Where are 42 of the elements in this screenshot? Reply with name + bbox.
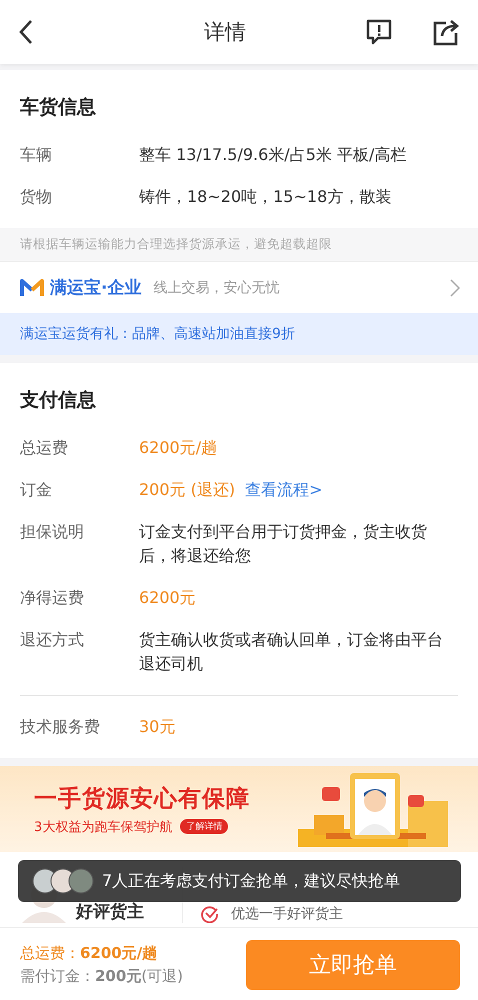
row-value: 整车 13/17.5/9.6米/占5米 平板/高栏 — [139, 144, 408, 166]
deposit-text: 需付订金：200元(可退) — [20, 967, 184, 986]
total-freight-text: 总运费：6200元/趟 — [20, 944, 158, 963]
share-icon[interactable] — [432, 18, 460, 46]
row-label: 总运费 — [20, 437, 69, 459]
row-value: 30元 — [139, 716, 176, 738]
row-value: 铸件，18~20吨，15~18方，散装 — [139, 186, 392, 208]
section-title: 车货信息 — [20, 95, 97, 120]
row-label: 车辆 — [20, 144, 53, 166]
row-value: 订金支付到平台用于订货押金，货主收货后，将退还给您 — [139, 521, 428, 567]
avatar-icon — [68, 868, 94, 894]
details-badge[interactable]: 了解详情 — [180, 819, 228, 834]
hint-text: 请根据车辆运输能力合理选择货源承运，避免超载超限 — [0, 228, 478, 261]
feature-text: 优选一手好评货主 — [231, 905, 343, 923]
enterprise-row[interactable]: 满运宝·企业 线上交易，安心无忧 — [0, 261, 478, 313]
slogan-text: 线上交易，安心无忧 — [153, 278, 280, 296]
logo-icon — [20, 278, 44, 298]
banner-subline: 3大权益为跑车保驾护航 — [34, 818, 172, 836]
promo-banner[interactable]: 一手货源安心有保障 3大权益为跑车保驾护航 了解详情 — [0, 766, 478, 852]
toast-text: 7人正在考虑支付订金抢单，建议尽快抢单 — [102, 870, 400, 892]
row-value: 6200元 — [139, 587, 197, 609]
row-label: 净得运费 — [20, 587, 85, 609]
row-label: 技术服务费 — [20, 716, 101, 738]
report-icon[interactable] — [366, 19, 392, 45]
row-value: 200元 (退还) — [139, 479, 236, 501]
promo-bar[interactable]: 满运宝运货有礼：品牌、高速站加油直接9折 — [0, 313, 478, 355]
grab-order-button[interactable]: 立即抢单 — [246, 940, 460, 990]
check-circle-icon — [201, 905, 219, 923]
row-label: 货物 — [20, 186, 53, 208]
row-label: 担保说明 — [20, 521, 85, 543]
row-label: 订金 — [20, 479, 53, 501]
section-title: 支付信息 — [20, 388, 97, 413]
back-icon[interactable] — [18, 19, 34, 45]
brand-name: 满运宝·企业 — [50, 277, 142, 299]
row-label: 退还方式 — [20, 629, 85, 651]
banner-headline: 一手货源安心有保障 — [34, 784, 250, 814]
process-link[interactable]: 查看流程> — [245, 478, 323, 502]
row-value: 货主确认收货或者确认回单，订金将由平台退还司机 — [139, 629, 444, 675]
page-title: 详情 — [204, 19, 246, 46]
shipper-title: 好评货主 — [76, 901, 144, 923]
row-value: 6200元/趟 — [139, 437, 218, 459]
chevron-right-icon — [450, 278, 460, 296]
